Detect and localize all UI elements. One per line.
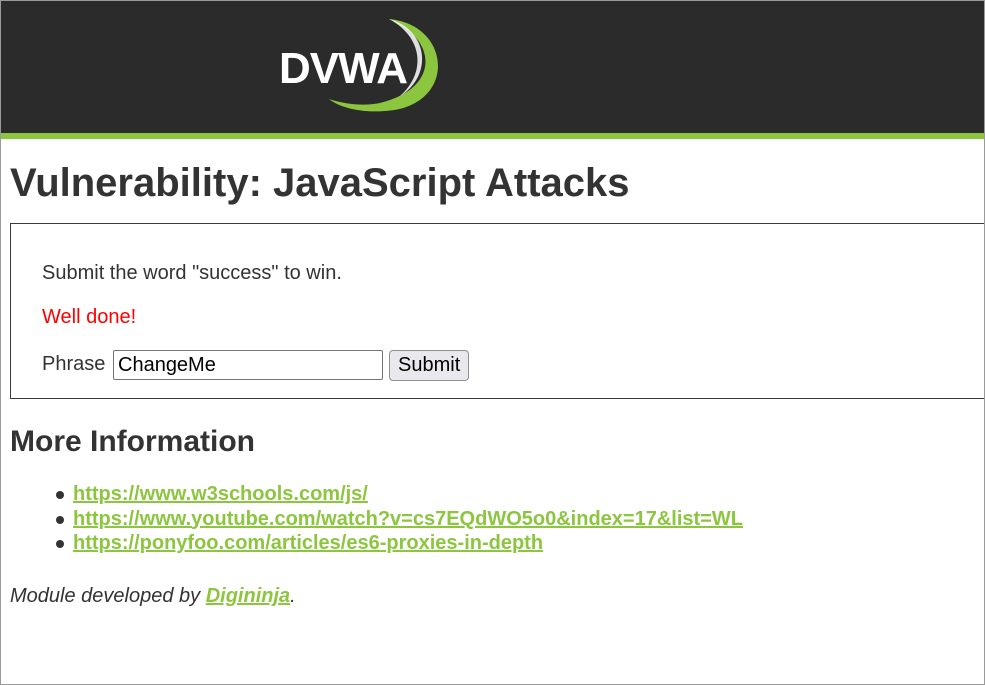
header-accent-stripe (1, 133, 984, 139)
credit-prefix: Module developed by (10, 585, 206, 607)
bullet-icon (56, 491, 64, 499)
bullet-icon (56, 540, 64, 548)
list-item: https://www.youtube.com/watch?v=cs7EQdWO… (56, 507, 743, 532)
credit-suffix: . (290, 585, 296, 607)
module-credit: Module developed by Digininja. (10, 585, 296, 608)
instruction-text: Submit the word "success" to win. (42, 262, 342, 284)
vulnerable-code-area: Submit the word "success" to win. Well d… (10, 223, 984, 399)
link-ponyfoo-proxies[interactable]: https://ponyfoo.com/articles/es6-proxies… (73, 532, 543, 554)
page-frame: DVWA Vulnerability: JavaScript Attacks S… (0, 0, 985, 685)
list-item: https://www.w3schools.com/js/ (56, 482, 743, 507)
page-title: Vulnerability: JavaScript Attacks (10, 161, 630, 205)
link-w3schools-js[interactable]: https://www.w3schools.com/js/ (73, 483, 368, 505)
result-message: Well done! (42, 306, 137, 328)
svg-text:DVWA: DVWA (279, 44, 407, 93)
header-bar: DVWA (1, 1, 984, 133)
link-youtube-video[interactable]: https://www.youtube.com/watch?v=cs7EQdWO… (73, 508, 743, 530)
dvwa-logo-icon: DVWA (279, 19, 438, 112)
list-item: https://ponyfoo.com/articles/es6-proxies… (56, 531, 743, 556)
more-information-links: https://www.w3schools.com/js/ https://ww… (56, 482, 743, 556)
submit-button[interactable]: Submit (389, 350, 470, 381)
more-information-heading: More Information (10, 425, 255, 458)
phrase-label: Phrase (42, 353, 106, 375)
dvwa-logo[interactable]: DVWA (277, 15, 447, 120)
author-link[interactable]: Digininja (206, 585, 290, 607)
bullet-icon (56, 515, 64, 524)
phrase-input[interactable] (113, 350, 383, 380)
